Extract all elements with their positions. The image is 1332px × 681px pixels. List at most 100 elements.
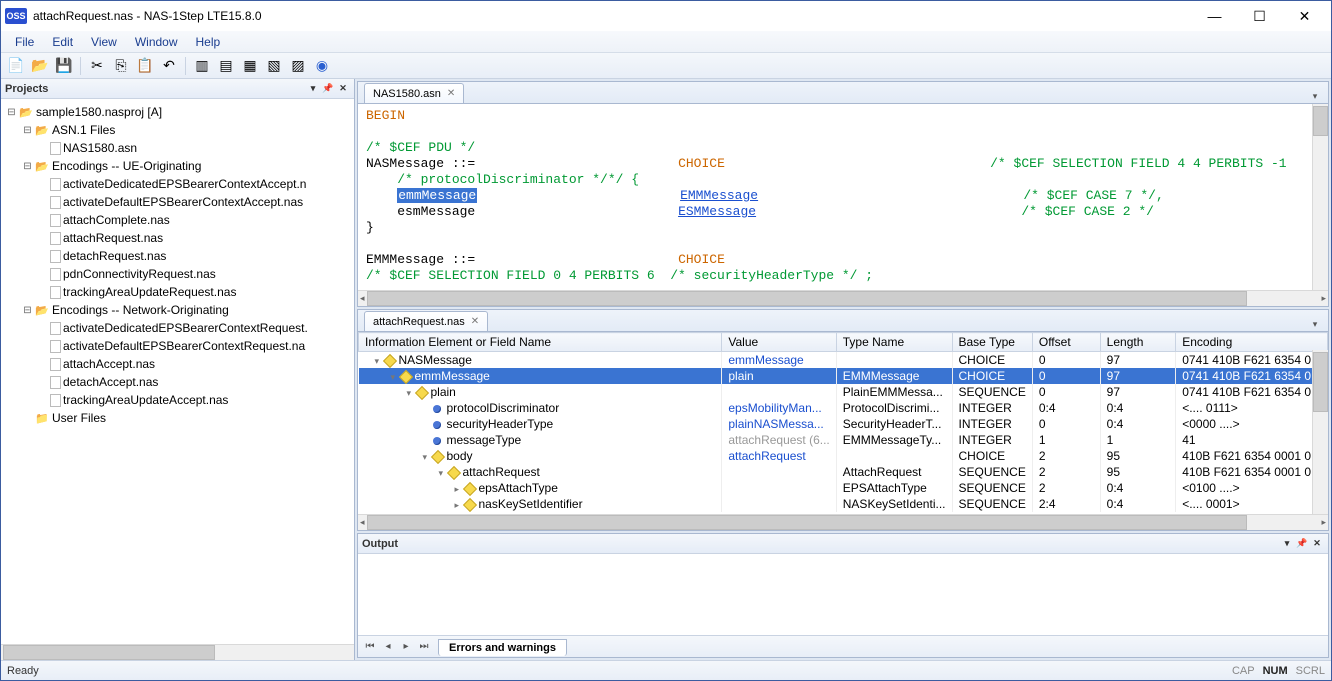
col-value[interactable]: Value <box>722 333 836 352</box>
nav-prev-icon[interactable]: ◂ <box>380 639 396 655</box>
message-detail-panel: attachRequest.nas ✕ ▾ Information Elemen… <box>357 309 1329 531</box>
msg-tab[interactable]: attachRequest.nas ✕ <box>364 311 488 331</box>
projects-panel-header: Projects ▾ 📌 ✕ <box>1 79 354 99</box>
tree-item[interactable]: activateDedicatedEPSBearerContextAccept.… <box>1 175 354 193</box>
close-tab-icon[interactable]: ✕ <box>471 316 479 327</box>
close-button[interactable]: ✕ <box>1282 2 1327 30</box>
menu-file[interactable]: File <box>7 33 42 51</box>
tree-item[interactable]: activateDefaultEPSBearerContextRequest.n… <box>1 337 354 355</box>
nav-next-icon[interactable]: ▸ <box>398 639 414 655</box>
col-length[interactable]: Length <box>1100 333 1176 352</box>
msg-grid[interactable]: Information Element or Field Name Value … <box>358 332 1328 514</box>
tool-icon[interactable]: ▤ <box>215 55 237 77</box>
tree-item[interactable]: attachAccept.nas <box>1 355 354 373</box>
cut-icon[interactable]: ✂ <box>86 55 108 77</box>
col-encoding[interactable]: Encoding <box>1176 333 1328 352</box>
tool-icon[interactable]: ▦ <box>239 55 261 77</box>
new-file-icon[interactable]: 📄 <box>5 55 27 77</box>
editor-tab[interactable]: NAS1580.asn ✕ <box>364 83 464 103</box>
tree-horizontal-scrollbar[interactable] <box>1 644 354 660</box>
output-panel-header: Output ▾ 📌 ✕ <box>358 534 1328 554</box>
status-num: NUM <box>1263 665 1288 677</box>
tool-icon[interactable]: ▨ <box>287 55 309 77</box>
tree-item[interactable]: pdnConnectivityRequest.nas <box>1 265 354 283</box>
projects-panel-title: Projects <box>5 83 48 95</box>
maximize-button[interactable]: ☐ <box>1237 2 1282 30</box>
table-row[interactable]: securityHeaderTypeplainNASMessa...Securi… <box>359 416 1328 432</box>
toolbar: 📄 📂 💾 ✂ ⎘ 📋 ↶ ▥ ▤ ▦ ▧ ▨ ◉ <box>1 53 1331 79</box>
tree-item[interactable]: detachAccept.nas <box>1 373 354 391</box>
projects-tree[interactable]: ⊟📂sample1580.nasproj [A]⊟📂ASN.1 FilesNAS… <box>1 99 354 644</box>
tree-item[interactable]: ⊟📂ASN.1 Files <box>1 121 354 139</box>
tabstrip-dropdown-icon[interactable]: ▾ <box>1308 317 1322 331</box>
copy-icon[interactable]: ⎘ <box>110 55 132 77</box>
table-row[interactable]: ▾plainPlainEMMMessa...SEQUENCE0970741 41… <box>359 384 1328 400</box>
status-scrl: SCRL <box>1296 665 1325 677</box>
msg-horizontal-scrollbar[interactable]: ◂ ▸ <box>358 514 1328 530</box>
tabstrip-dropdown-icon[interactable]: ▾ <box>1308 89 1322 103</box>
tree-item[interactable]: trackingAreaUpdateRequest.nas <box>1 283 354 301</box>
table-row[interactable]: messageTypeattachRequest (6...EMMMessage… <box>359 432 1328 448</box>
tree-item[interactable]: ⊟📂sample1580.nasproj [A] <box>1 103 354 121</box>
code-area[interactable]: BEGIN /* $CEF PDU */ NASMessage ::= CHOI… <box>358 104 1328 290</box>
msg-vertical-scrollbar[interactable] <box>1312 350 1328 514</box>
tree-item[interactable]: NAS1580.asn <box>1 139 354 157</box>
help-icon[interactable]: ◉ <box>311 55 333 77</box>
panel-pin-icon[interactable]: 📌 <box>1295 537 1309 551</box>
tree-item[interactable]: trackingAreaUpdateAccept.nas <box>1 391 354 409</box>
msg-tab-label: attachRequest.nas <box>373 316 465 328</box>
editor-tab-label: NAS1580.asn <box>373 88 441 100</box>
panel-menu-icon[interactable]: ▾ <box>1280 537 1294 551</box>
col-name[interactable]: Information Element or Field Name <box>359 333 722 352</box>
save-icon[interactable]: 💾 <box>53 55 75 77</box>
nav-last-icon[interactable]: ⏭ <box>416 639 432 655</box>
menu-view[interactable]: View <box>83 33 125 51</box>
menu-edit[interactable]: Edit <box>44 33 81 51</box>
tree-item[interactable]: activateDefaultEPSBearerContextAccept.na… <box>1 193 354 211</box>
col-type[interactable]: Type Name <box>836 333 952 352</box>
tree-item[interactable]: ⊟📂Encodings -- UE-Originating <box>1 157 354 175</box>
editor-tabstrip: NAS1580.asn ✕ ▾ <box>358 82 1328 104</box>
table-row[interactable]: ▾NASMessageemmMessageCHOICE0970741 410B … <box>359 352 1328 369</box>
menu-window[interactable]: Window <box>127 33 186 51</box>
paste-icon[interactable]: 📋 <box>134 55 156 77</box>
minimize-button[interactable]: — <box>1192 2 1237 30</box>
tree-item[interactable]: detachRequest.nas <box>1 247 354 265</box>
editor-vertical-scrollbar[interactable] <box>1312 104 1328 290</box>
open-file-icon[interactable]: 📂 <box>29 55 51 77</box>
nav-first-icon[interactable]: ⏮ <box>362 639 378 655</box>
table-row[interactable]: ▾attachRequestAttachRequestSEQUENCE29541… <box>359 464 1328 480</box>
output-body[interactable] <box>358 554 1328 635</box>
tool-icon[interactable]: ▧ <box>263 55 285 77</box>
panel-menu-icon[interactable]: ▾ <box>306 82 320 96</box>
grid-header-row: Information Element or Field Name Value … <box>359 333 1328 352</box>
menu-help[interactable]: Help <box>188 33 229 51</box>
panel-pin-icon[interactable]: 📌 <box>321 82 335 96</box>
panel-close-icon[interactable]: ✕ <box>336 82 350 96</box>
table-row[interactable]: ▸nasKeySetIdentifierNASKeySetIdenti...SE… <box>359 496 1328 512</box>
col-base[interactable]: Base Type <box>952 333 1032 352</box>
output-tab-errors[interactable]: Errors and warnings <box>438 639 567 656</box>
status-text: Ready <box>7 665 39 677</box>
status-cap: CAP <box>1232 665 1255 677</box>
tree-item[interactable]: ⊟📂Encodings -- Network-Originating <box>1 301 354 319</box>
table-row[interactable]: ▾bodyattachRequestCHOICE295410B F621 635… <box>359 448 1328 464</box>
undo-icon[interactable]: ↶ <box>158 55 180 77</box>
projects-panel: Projects ▾ 📌 ✕ ⊟📂sample1580.nasproj [A]⊟… <box>1 79 355 660</box>
tree-item[interactable]: 📁User Files <box>1 409 354 427</box>
app-logo-icon: OSS <box>5 8 27 24</box>
tree-item[interactable]: attachRequest.nas <box>1 229 354 247</box>
tree-item[interactable]: activateDedicatedEPSBearerContextRequest… <box>1 319 354 337</box>
tool-icon[interactable]: ▥ <box>191 55 213 77</box>
table-row[interactable]: ▾emmMessageplainEMMMessageCHOICE0970741 … <box>359 368 1328 384</box>
tree-item[interactable]: attachComplete.nas <box>1 211 354 229</box>
titlebar: OSS attachRequest.nas - NAS-1Step LTE15.… <box>1 1 1331 31</box>
table-row[interactable]: protocolDiscriminatorepsMobilityMan...Pr… <box>359 400 1328 416</box>
col-offset[interactable]: Offset <box>1032 333 1100 352</box>
editor-horizontal-scrollbar[interactable]: ◂ ▸ <box>358 290 1328 306</box>
table-row[interactable]: ▸epsAttachTypeEPSAttachTypeSEQUENCE20:4<… <box>359 480 1328 496</box>
close-tab-icon[interactable]: ✕ <box>447 88 455 99</box>
panel-close-icon[interactable]: ✕ <box>1310 537 1324 551</box>
msg-tabstrip: attachRequest.nas ✕ ▾ <box>358 310 1328 332</box>
output-panel-title: Output <box>362 538 398 550</box>
